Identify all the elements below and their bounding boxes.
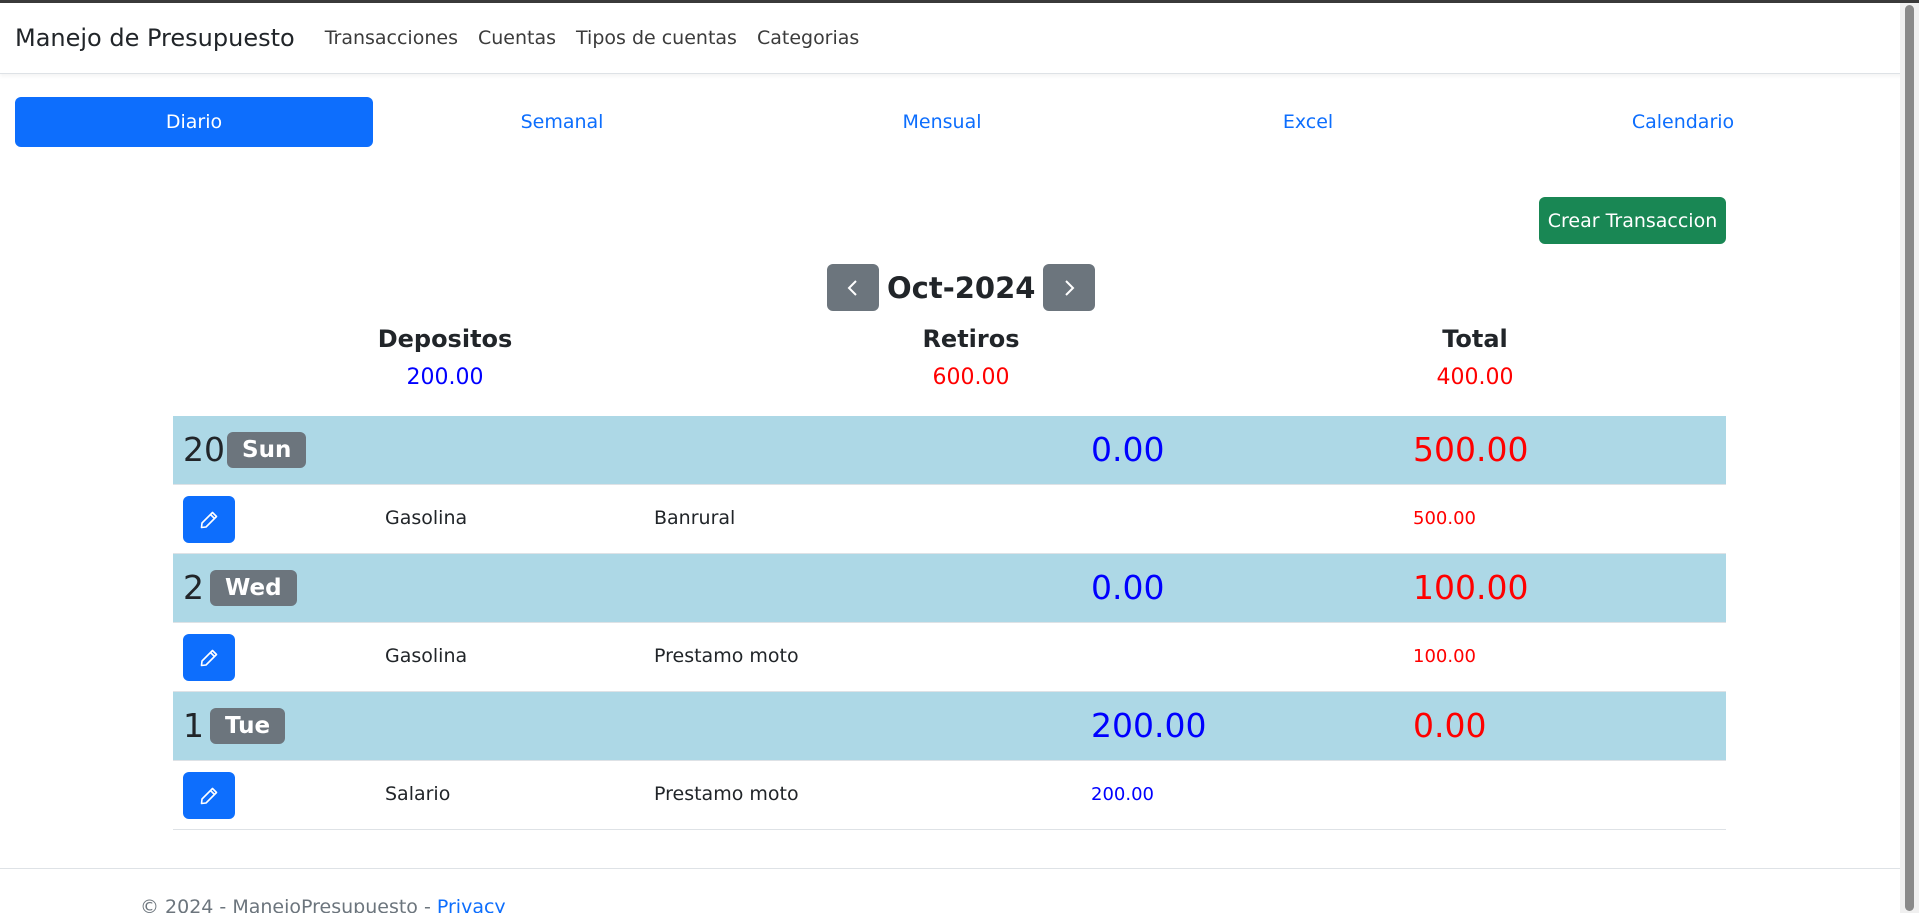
transaction-row: Gasolina Prestamo moto 100.00: [173, 623, 1726, 692]
edit-transaction-button[interactable]: [183, 772, 235, 819]
summary-depositos-label: Depositos: [377, 325, 513, 353]
tab-excel[interactable]: Excel: [1133, 97, 1483, 147]
nav-link-tipos-cuentas[interactable]: Tipos de cuentas: [576, 27, 737, 49]
next-month-button[interactable]: [1043, 264, 1096, 311]
pencil-icon: [200, 787, 218, 804]
day-depositos: 0.00: [1091, 568, 1165, 607]
transactions-table: 20 Sun 0.00 500.00 Gasolina Banrural 500…: [173, 416, 1726, 830]
tab-diario[interactable]: Diario: [15, 97, 373, 147]
tab-mensual[interactable]: Mensual: [751, 97, 1133, 147]
day-retiros: 500.00: [1413, 430, 1529, 469]
day-number: 2: [183, 568, 204, 607]
transaction-category: Gasolina: [385, 507, 468, 529]
edit-transaction-button[interactable]: [183, 634, 235, 681]
nav-link-cuentas[interactable]: Cuentas: [478, 27, 556, 49]
month-navigator: Oct-2024: [827, 264, 1096, 311]
tab-semanal[interactable]: Semanal: [373, 97, 751, 147]
create-transaction-button[interactable]: Crear Transaccion: [1539, 197, 1726, 244]
chevron-left-icon: [847, 279, 857, 296]
transaction-account: Banrural: [654, 507, 736, 529]
transaction-account: Prestamo moto: [654, 645, 799, 667]
transaction-deposito: 200.00: [1091, 784, 1154, 805]
footer-text: © 2024 - ManejoPresupuesto - Privacy: [140, 896, 506, 913]
transaction-row: Gasolina Banrural 500.00: [173, 485, 1726, 554]
day-row: 20 Sun 0.00 500.00: [173, 416, 1726, 485]
tab-calendario[interactable]: Calendario: [1483, 97, 1883, 147]
weekday-badge: Sun: [227, 432, 307, 468]
summary-depositos: Depositos 200.00: [295, 325, 595, 390]
current-month: Oct-2024: [887, 270, 1036, 305]
pencil-icon: [200, 511, 218, 528]
nav-link-transacciones[interactable]: Transacciones: [325, 27, 458, 49]
view-tabs: Diario Semanal Mensual Excel Calendario: [15, 97, 1883, 147]
pencil-icon: [200, 649, 218, 666]
weekday-badge: Tue: [210, 708, 286, 744]
navbar: Manejo de Presupuesto Transacciones Cuen…: [0, 3, 1919, 74]
scrollbar-thumb[interactable]: [1905, 5, 1914, 911]
transaction-account: Prestamo moto: [654, 783, 799, 805]
transaction-category: Salario: [385, 783, 451, 805]
day-retiros: 0.00: [1413, 706, 1487, 745]
privacy-link[interactable]: Privacy: [437, 896, 506, 913]
day-number: 20: [183, 430, 225, 469]
summary-depositos-value: 200.00: [406, 365, 484, 390]
transaction-row: Salario Prestamo moto 200.00: [173, 761, 1726, 830]
transaction-retiro: 100.00: [1413, 646, 1476, 667]
day-depositos: 0.00: [1091, 430, 1165, 469]
day-row: 1 Tue 200.00 0.00: [173, 692, 1726, 761]
summary-retiros: Retiros 600.00: [821, 325, 1121, 390]
edit-transaction-button[interactable]: [183, 496, 235, 543]
footer: © 2024 - ManejoPresupuesto - Privacy: [0, 868, 1900, 913]
vertical-scrollbar[interactable]: [1900, 3, 1919, 913]
transaction-category: Gasolina: [385, 645, 468, 667]
navbar-brand[interactable]: Manejo de Presupuesto: [15, 24, 295, 52]
previous-month-button[interactable]: [827, 264, 879, 311]
summary-total-label: Total: [1442, 325, 1508, 353]
weekday-badge: Wed: [210, 570, 297, 606]
chevron-right-icon: [1065, 279, 1075, 296]
summary-total-value: 400.00: [1436, 365, 1514, 390]
day-number: 1: [183, 706, 204, 745]
summary-total: Total 400.00: [1325, 325, 1625, 390]
summary-retiros-label: Retiros: [922, 325, 1020, 353]
day-row: 2 Wed 0.00 100.00: [173, 554, 1726, 623]
footer-copyright: © 2024 - ManejoPresupuesto -: [140, 896, 437, 913]
summary-retiros-value: 600.00: [932, 365, 1010, 390]
day-retiros: 100.00: [1413, 568, 1529, 607]
day-depositos: 200.00: [1091, 706, 1207, 745]
nav-link-categorias[interactable]: Categorias: [757, 27, 859, 49]
transaction-retiro: 500.00: [1413, 508, 1476, 529]
